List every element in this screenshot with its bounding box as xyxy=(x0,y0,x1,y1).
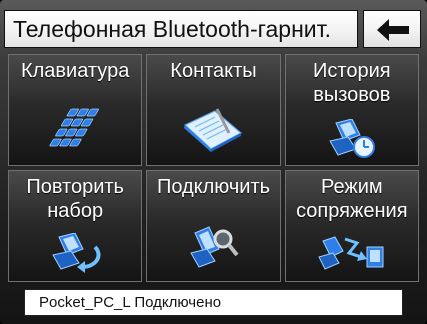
title-bar: Телефонная Bluetooth-гарнит. xyxy=(4,10,358,48)
menu-item-redial[interactable]: Повторить набор xyxy=(8,170,143,282)
menu-item-call-history[interactable]: История вызовов xyxy=(284,54,419,166)
menu-item-label: Контакты xyxy=(170,60,257,82)
redial-icon xyxy=(52,233,101,273)
menu-item-label: История вызовов xyxy=(313,60,391,106)
page-title: Телефонная Bluetooth-гарнит. xyxy=(13,16,331,42)
keypad-icon xyxy=(49,108,100,147)
pairing-icon xyxy=(318,236,384,270)
menu-item-label: Клавиатура xyxy=(20,60,130,82)
address-book-icon xyxy=(184,108,243,152)
menu-item-connect[interactable]: Подключить xyxy=(146,170,281,282)
connect-phone-icon xyxy=(190,226,240,268)
menu-item-label: Повторить набор xyxy=(26,176,124,222)
menu-item-pairing[interactable]: Режим сопряжения xyxy=(284,170,419,282)
menu-item-label: Подключить xyxy=(156,176,271,198)
menu-item-contacts[interactable]: Контакты xyxy=(146,54,281,166)
menu-grid: Клавиатура Контакты История вызовов Повт… xyxy=(8,54,419,282)
connection-status-text: Pocket_PC_L Подключено xyxy=(39,294,222,311)
call-history-icon xyxy=(329,119,375,158)
connection-status-bar: Pocket_PC_L Подключено xyxy=(24,289,403,316)
back-button[interactable] xyxy=(363,10,421,48)
menu-item-keypad[interactable]: Клавиатура xyxy=(8,54,143,166)
menu-item-label: Режим сопряжения xyxy=(296,176,408,222)
arrow-left-icon xyxy=(377,19,409,41)
app-screen: Телефонная Bluetooth-гарнит. Клавиатура xyxy=(0,0,427,324)
